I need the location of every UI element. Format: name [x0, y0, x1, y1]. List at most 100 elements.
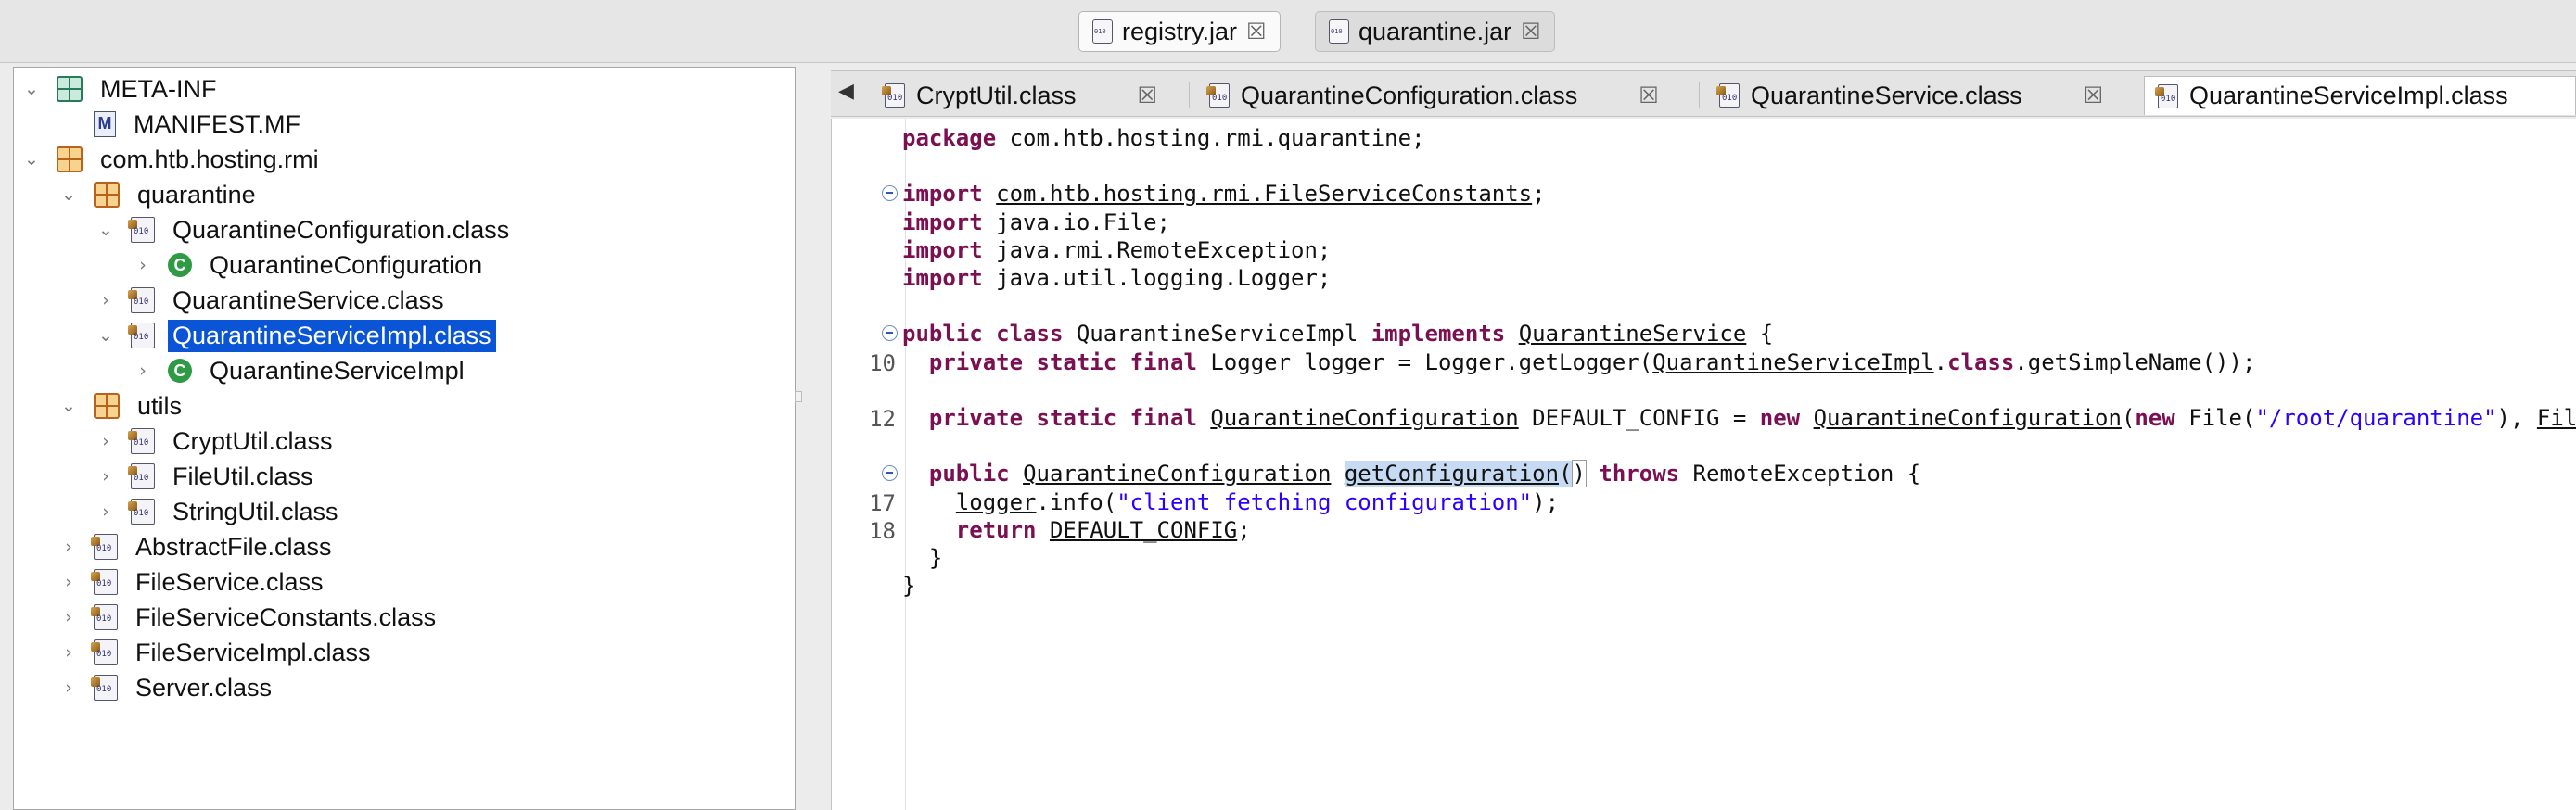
code-editor[interactable]: 10 12 17 18 package com.htb.hosting.rmi.qua… [831, 119, 2576, 810]
tree-item[interactable]: › AbstractFile.class [58, 529, 337, 564]
class-file-icon [128, 217, 155, 243]
code-token: File( [2174, 405, 2256, 431]
code-line[interactable]: import java.io.File; [902, 209, 1170, 236]
code-token: } [902, 573, 916, 600]
fold-toggle-icon[interactable] [882, 185, 898, 202]
close-icon[interactable]: ☒ [1138, 82, 1158, 108]
code-token: QuarantineService [1518, 321, 1747, 348]
code-line[interactable]: return DEFAULT_CONFIG; [902, 516, 1251, 544]
editor-tab-quarantineconfiguration[interactable]: QuarantineConfiguration.class ☒ [1196, 76, 1672, 115]
code-token: private static final [928, 405, 1197, 431]
code-token: ); [1532, 488, 1560, 515]
splitter-handle[interactable] [795, 391, 802, 402]
close-icon[interactable]: ☒ [1246, 20, 1267, 43]
code-token: QuarantineServiceImpl [1652, 348, 1934, 375]
jar-tab-label: quarantine.jar [1358, 17, 1512, 45]
tree-item[interactable]: ⌄ META-INF [21, 71, 221, 107]
code-token: QuarantineServiceImpl [1063, 321, 1371, 348]
tree-item[interactable]: › FileServiceConstants.class [58, 600, 440, 635]
close-icon[interactable]: ☒ [1639, 82, 1659, 108]
source-code[interactable]: package com.htb.hosting.rmi.quarantine; i… [902, 119, 2576, 810]
editor-tab-bar: ◀ CryptUtil.class ☒ QuarantineConfigurat… [831, 70, 2576, 117]
jar-tab-quarantine[interactable]: quarantine.jar ☒ [1315, 11, 1555, 52]
code-line[interactable]: } [902, 544, 942, 572]
chevron-down-icon[interactable]: ⌄ [58, 184, 79, 205]
close-icon[interactable]: ☒ [2084, 82, 2104, 108]
chevron-down-icon[interactable]: ⌄ [96, 325, 116, 346]
code-line[interactable]: } [902, 572, 915, 600]
chevron-right-icon[interactable]: › [58, 572, 79, 592]
chevron-right-icon[interactable]: › [96, 290, 116, 310]
tab-scroll-left-icon[interactable]: ◀ [838, 80, 854, 103]
tree-item[interactable]: M MANIFEST.MF [58, 107, 305, 142]
tree-item-label: CryptUtil.class [172, 426, 333, 455]
tree-item[interactable]: › C QuarantineConfiguration [133, 247, 487, 283]
code-token: import [902, 181, 983, 208]
code-token: . [1933, 348, 1948, 375]
tree-item[interactable]: › FileUtil.class [96, 459, 318, 494]
chevron-right-icon[interactable]: › [96, 431, 116, 451]
code-token: import [902, 236, 983, 263]
chevron-down-icon[interactable]: ⌄ [58, 396, 79, 416]
code-line[interactable]: private static final QuarantineConfigura… [902, 404, 2576, 432]
code-line[interactable]: logger.info("client fetching configurati… [902, 488, 1559, 516]
tree-item[interactable]: › StringUtil.class [96, 494, 343, 529]
code-line[interactable]: public QuarantineConfiguration getConfig… [902, 460, 1920, 488]
chevron-right-icon[interactable]: › [58, 642, 79, 663]
tree-item[interactable]: ⌄ quarantine [58, 177, 261, 212]
tree-item[interactable]: ⌄ QuarantineServiceImpl.class [96, 318, 496, 353]
tree-item[interactable]: › Server.class [58, 670, 276, 705]
code-token: "/root/quarantine" [2255, 405, 2497, 431]
chevron-right-icon[interactable]: › [133, 255, 153, 275]
code-line[interactable]: import com.htb.hosting.rmi.FileServiceCo… [902, 180, 1546, 208]
tree-item[interactable]: ⌄ com.htb.hosting.rmi [21, 142, 324, 177]
class-type-icon: C [168, 359, 192, 383]
code-line[interactable]: private static final Logger logger = Log… [902, 348, 2256, 376]
code-token: ( [1559, 461, 1573, 487]
code-line[interactable]: package com.htb.hosting.rmi.quarantine; [902, 124, 1425, 152]
code-line[interactable]: import java.util.logging.Logger; [902, 264, 1331, 292]
tree-item[interactable]: › CryptUtil.class [96, 424, 338, 459]
editor-tab-quarantineserviceimpl[interactable]: QuarantineServiceImpl.class [2144, 76, 2576, 115]
code-token: ), [2496, 405, 2537, 431]
jar-tab-bar: registry.jar ☒ quarantine.jar ☒ [0, 0, 2576, 63]
tree-item[interactable]: ⌄ utils [58, 388, 186, 424]
code-token: logger [955, 488, 1037, 515]
chevron-down-icon[interactable]: ⌄ [21, 149, 42, 170]
chevron-right-icon[interactable]: › [58, 677, 79, 698]
jar-tab-registry[interactable]: registry.jar ☒ [1078, 11, 1281, 52]
class-file-icon [91, 639, 118, 665]
chevron-down-icon[interactable]: ⌄ [21, 79, 42, 99]
code-token: Logger logger = Logger.getLogger( [1196, 348, 1653, 375]
editor-tab-quarantineservice[interactable]: QuarantineService.class ☒ [1706, 76, 2116, 115]
tree-item[interactable]: › FileService.class [58, 564, 328, 600]
chevron-right-icon[interactable]: › [58, 537, 79, 557]
tree-item-label: FileServiceImpl.class [135, 638, 371, 666]
chevron-right-icon[interactable]: › [96, 501, 116, 522]
tree-item-label: QuarantineService.class [172, 285, 444, 314]
fold-toggle-icon[interactable] [882, 325, 898, 342]
tree-item-label: quarantine [137, 180, 256, 209]
decompiler-window: registry.jar ☒ quarantine.jar ☒ ⌄ META-IN… [0, 0, 2576, 810]
fold-toggle-icon[interactable] [882, 465, 898, 482]
editor-tab-cryptutil[interactable]: CryptUtil.class ☒ [872, 76, 1170, 115]
tab-separator [1699, 82, 1700, 108]
code-token: ( [2121, 405, 2136, 431]
code-token: new [1759, 405, 1801, 431]
chevron-right-icon[interactable]: › [96, 466, 116, 487]
tree-item[interactable]: › C QuarantineServiceImpl [133, 353, 469, 388]
chevron-right-icon[interactable]: › [133, 361, 153, 381]
code-line[interactable]: import java.rmi.RemoteException; [902, 236, 1331, 264]
close-icon[interactable]: ☒ [1521, 20, 1541, 43]
tree-item[interactable]: › FileServiceImpl.class [58, 635, 376, 670]
line-number: 18 [869, 517, 896, 544]
chevron-right-icon[interactable]: › [58, 607, 79, 627]
tree-item[interactable]: ⌄ QuarantineConfiguration.class [96, 212, 514, 247]
code-line[interactable]: public class QuarantineServiceImpl imple… [902, 320, 1773, 348]
chevron-down-icon[interactable]: ⌄ [96, 220, 116, 240]
tree-item[interactable]: › QuarantineService.class [96, 283, 449, 318]
